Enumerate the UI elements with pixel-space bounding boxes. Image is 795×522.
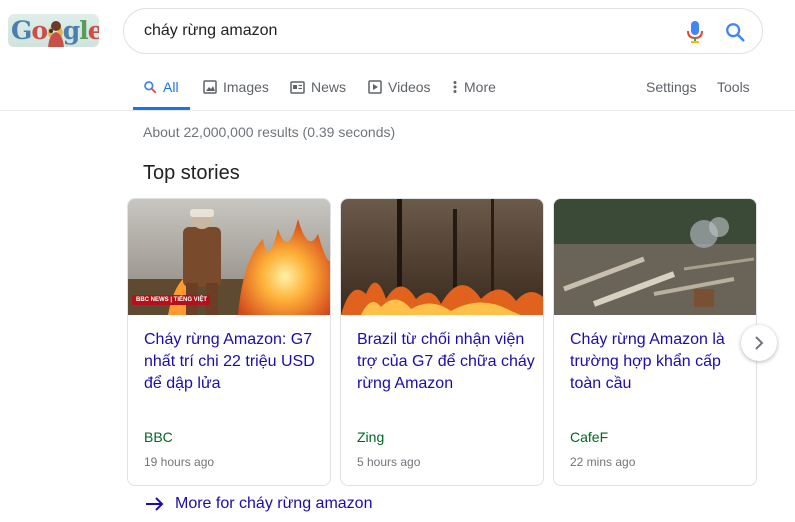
tab-label: More (464, 79, 496, 95)
microphone-icon[interactable] (685, 20, 705, 44)
story-source: CafeF (570, 429, 609, 445)
tab-videos[interactable]: Videos (368, 79, 431, 95)
story-title[interactable]: Brazil từ chối nhận viện trợ của G7 để c… (357, 329, 535, 395)
story-source: Zing (357, 429, 385, 445)
tab-label: All (163, 79, 179, 95)
doodle-figure-icon (48, 21, 64, 47)
active-tab-indicator (133, 107, 190, 110)
story-time: 22 mins ago (570, 455, 636, 469)
story-card[interactable]: Cháy rừng Amazon là trường hợp khẩn cấp … (553, 198, 757, 486)
settings-link[interactable]: Settings (646, 79, 697, 95)
video-icon (368, 80, 382, 94)
more-vert-icon (453, 81, 457, 93)
tab-label: Images (223, 79, 269, 95)
story-time: 5 hours ago (357, 455, 421, 469)
story-title[interactable]: Cháy rừng Amazon: G7 nhất trí chi 22 tri… (144, 329, 322, 395)
google-doodle-logo[interactable]: Google (8, 14, 99, 47)
story-time: 19 hours ago (144, 455, 215, 469)
tab-news[interactable]: News (290, 79, 346, 95)
chevron-right-icon (755, 336, 764, 350)
tab-more[interactable]: More (452, 79, 496, 95)
burning-forest-image (341, 199, 543, 315)
tab-images[interactable]: Images (203, 79, 269, 95)
tab-label: Videos (388, 79, 431, 95)
more-stories-link[interactable]: More for cháy rừng amazon (145, 495, 372, 513)
search-box[interactable]: cháy rừng amazon (123, 8, 763, 54)
tab-label: News (311, 79, 347, 95)
more-stories-label: More for cháy rừng amazon (175, 495, 373, 512)
story-title[interactable]: Cháy rừng Amazon là trường hợp khẩn cấp … (570, 329, 748, 395)
carousel-next-button[interactable] (741, 325, 777, 361)
search-icon[interactable] (724, 21, 746, 43)
deforestation-image (554, 199, 756, 315)
story-source: BBC (144, 429, 173, 445)
bbc-news-badge: BBC NEWS | TIẾNG VIỆT (136, 297, 208, 303)
result-stats: About 22,000,000 results (0.39 seconds) (143, 124, 396, 140)
search-tabs: All Images News Videos More Settings Too… (0, 66, 795, 111)
tab-all[interactable]: All (143, 79, 179, 95)
story-card[interactable]: Brazil từ chối nhận viện trợ của G7 để c… (340, 198, 544, 486)
image-icon (203, 80, 217, 94)
tools-link[interactable]: Tools (717, 79, 750, 95)
search-input[interactable]: cháy rừng amazon (144, 22, 277, 40)
news-icon (290, 80, 305, 94)
story-card[interactable]: BBC NEWS | TIẾNG VIỆT Cháy rừng Amazon: … (127, 198, 331, 486)
arrow-right-icon (146, 497, 164, 511)
search-icon (144, 81, 157, 94)
top-stories-heading: Top stories (143, 162, 240, 184)
